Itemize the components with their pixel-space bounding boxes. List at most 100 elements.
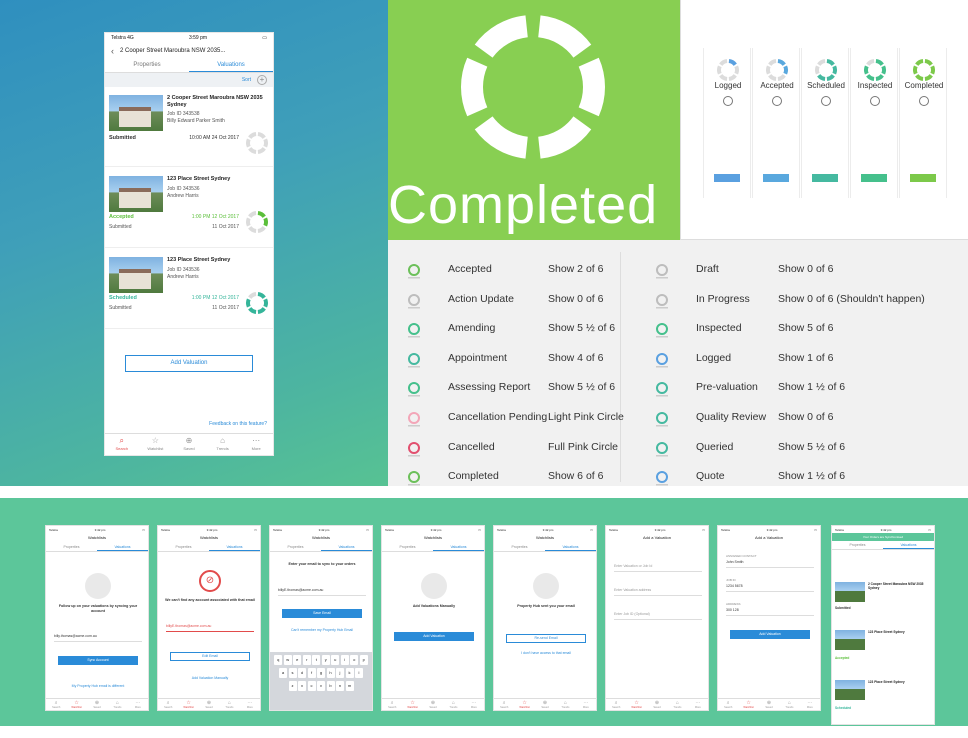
keyboard-key[interactable]: e [293, 655, 302, 665]
keyboard-key[interactable]: g [317, 668, 325, 678]
valuation-id-field[interactable]: Enter Valuation or Job Id [614, 564, 702, 572]
tab-search[interactable]: ⌕ Search [606, 699, 626, 710]
tab-saved[interactable]: ⊕ Saved [172, 434, 206, 455]
tab-saved[interactable]: ⊕ Saved [759, 699, 779, 710]
tab-more[interactable]: ⋯ More [240, 699, 260, 710]
tab-more[interactable]: ⋯ More [464, 699, 484, 710]
tab-search[interactable]: ⌕ Search [105, 434, 139, 455]
tab-saved[interactable]: ⊕ Saved [647, 699, 667, 710]
status-button[interactable] [812, 174, 838, 182]
valuation-address-field[interactable]: Enter Valuation address [614, 588, 702, 596]
tab-watchlist[interactable]: ☆ Watchlist [66, 699, 86, 710]
sync-account-button[interactable]: Sync Account [58, 656, 138, 665]
back-chevron-icon[interactable]: ‹ [111, 46, 114, 56]
keyboard-key[interactable]: b [326, 681, 335, 691]
job-id-field[interactable]: 1234 5678 [726, 584, 814, 592]
tab-properties[interactable]: Properties [382, 543, 433, 551]
tab-trends[interactable]: ⌂ Trends [107, 699, 127, 710]
tab-saved[interactable]: ⊕ Saved [199, 699, 219, 710]
tab-saved[interactable]: ⊕ Saved [535, 699, 555, 710]
add-valuation-manually-link[interactable]: Add Valuation Manually [164, 676, 256, 680]
job-id-field[interactable]: Enter Job ID (Optional) [614, 612, 702, 620]
address-field[interactable]: 300 128 [726, 608, 814, 616]
tab-valuations[interactable]: Valuations [189, 59, 273, 72]
keyboard-key[interactable]: j [336, 668, 344, 678]
keyboard-key[interactable]: w [283, 655, 292, 665]
tab-trends[interactable]: ⌂ Trends [779, 699, 799, 710]
tab-watchlist[interactable]: ☆ Watchlist [139, 434, 173, 455]
status-radio[interactable] [919, 96, 929, 106]
keyboard-key[interactable]: c [307, 681, 316, 691]
tab-properties[interactable]: Properties [494, 543, 545, 551]
tab-properties[interactable]: Properties [270, 543, 321, 551]
contact-field[interactable]: John Smith [726, 560, 814, 568]
tab-valuations[interactable]: Valuations [321, 543, 372, 551]
status-button[interactable] [910, 174, 936, 182]
tab-search[interactable]: ⌕ Search [382, 699, 402, 710]
tab-watchlist[interactable]: ☆ Watchlist [626, 699, 646, 710]
keyboard-key[interactable]: x [298, 681, 306, 691]
keyboard-key[interactable]: u [331, 655, 340, 665]
tab-valuations[interactable]: Valuations [209, 543, 260, 551]
keyboard-key[interactable]: z [288, 681, 297, 691]
keyboard-key[interactable]: i [340, 655, 349, 665]
tab-watchlist[interactable]: ☆ Watchlist [738, 699, 758, 710]
valuation-card[interactable]: 2 Cooper Street Maroubra NSW 2035 Sydney… [105, 87, 273, 167]
keyboard-key[interactable]: h [326, 668, 335, 678]
keyboard-key[interactable]: y [321, 655, 330, 665]
forgot-email-link[interactable]: Can't remember my Property Hub Email [276, 628, 368, 632]
edit-email-button[interactable]: Edit Email [170, 652, 250, 661]
tab-valuations[interactable]: Valuations [883, 541, 934, 549]
tab-watchlist[interactable]: ☆ Watchlist [178, 699, 198, 710]
keyboard-key[interactable]: s [288, 668, 297, 678]
sort-button[interactable]: Sort [242, 77, 251, 83]
resend-email-button[interactable]: Re-send Email [506, 634, 586, 643]
on-screen-keyboard[interactable]: qwertyuiop asdfghjkl zxcvbnm [270, 652, 372, 710]
tab-properties[interactable]: Properties [46, 543, 97, 551]
tab-more[interactable]: ⋯ More [239, 434, 273, 455]
status-radio[interactable] [723, 96, 733, 106]
status-button[interactable] [714, 174, 740, 182]
status-button[interactable] [861, 174, 887, 182]
email-field[interactable]: billy.thomas@acme.com.au [54, 634, 142, 642]
tab-properties[interactable]: Properties [832, 541, 883, 549]
tab-trends[interactable]: ⌂ Trends [443, 699, 463, 710]
tab-watchlist[interactable]: ☆ Watchlist [514, 699, 534, 710]
tab-trends[interactable]: ⌂ Trends [667, 699, 687, 710]
tab-valuations[interactable]: Valuations [545, 543, 596, 551]
add-valuation-button[interactable]: Add Valuation [730, 630, 810, 639]
valuation-card[interactable]: 123 Place Street Sydney Job ID 343536 An… [105, 249, 273, 329]
status-radio[interactable] [821, 96, 831, 106]
tab-trends[interactable]: ⌂ Trends [555, 699, 575, 710]
keyboard-key[interactable]: o [350, 655, 359, 665]
tab-watchlist[interactable]: ☆ Watchlist [402, 699, 422, 710]
tab-search[interactable]: ⌕ Search [718, 699, 738, 710]
add-valuation-button[interactable]: Add Valuation [125, 355, 253, 372]
keyboard-key[interactable]: m [345, 681, 354, 691]
email-field[interactable]: billyE.thomas@acme.com.au [166, 624, 254, 632]
add-icon[interactable]: + [257, 75, 267, 85]
tab-more[interactable]: ⋯ More [576, 699, 596, 710]
keyboard-key[interactable]: p [359, 655, 368, 665]
keyboard-key[interactable]: k [345, 668, 354, 678]
tab-saved[interactable]: ⊕ Saved [87, 699, 107, 710]
tab-search[interactable]: ⌕ Search [46, 699, 66, 710]
keyboard-key[interactable]: v [317, 681, 325, 691]
tab-more[interactable]: ⋯ More [128, 699, 148, 710]
tab-trends[interactable]: ⌂ Trends [219, 699, 239, 710]
status-radio[interactable] [772, 96, 782, 106]
tab-search[interactable]: ⌕ Search [158, 699, 178, 710]
email-field[interactable]: billyE.thomas@acme.com.au [278, 588, 366, 596]
tab-more[interactable]: ⋯ More [688, 699, 708, 710]
save-email-button[interactable]: Save Email [282, 609, 362, 618]
tab-more[interactable]: ⋯ More [800, 699, 820, 710]
keyboard-key[interactable]: r [302, 655, 311, 665]
keyboard-key[interactable]: n [336, 681, 344, 691]
tab-search[interactable]: ⌕ Search [494, 699, 514, 710]
tab-valuations[interactable]: Valuations [433, 543, 484, 551]
tab-saved[interactable]: ⊕ Saved [423, 699, 443, 710]
tab-trends[interactable]: ⌂ Trends [206, 434, 240, 455]
tab-properties[interactable]: Properties [105, 59, 189, 72]
status-button[interactable] [763, 174, 789, 182]
keyboard-key[interactable]: q [274, 655, 283, 665]
